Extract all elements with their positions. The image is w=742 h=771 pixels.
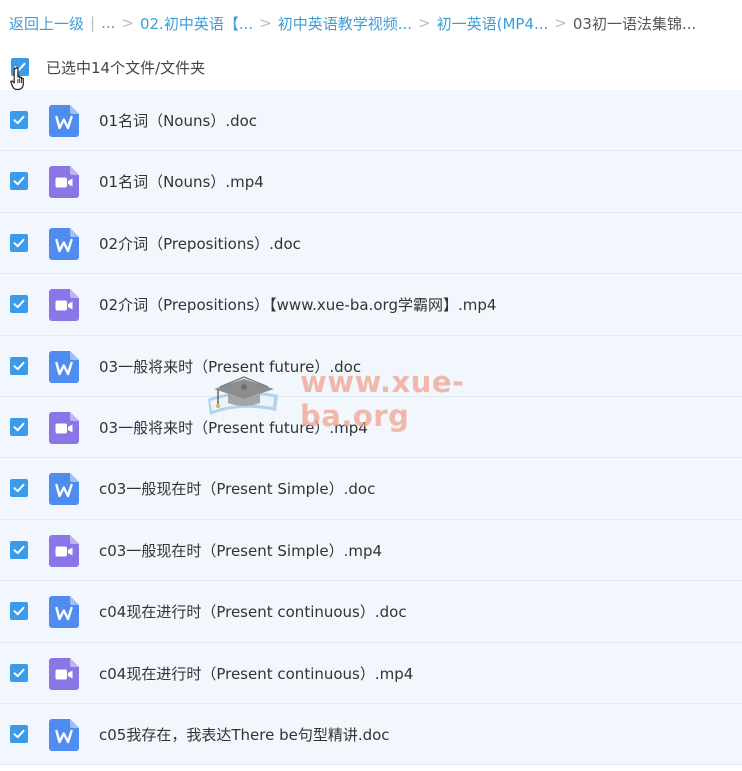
file-name[interactable]: 03一般将来时（Present future）.doc — [99, 356, 361, 377]
row-checkbox[interactable] — [10, 663, 28, 682]
file-name[interactable]: c05我存在，我表达There be句型精讲.doc — [99, 724, 390, 745]
checkmark-icon — [13, 361, 25, 370]
file-name[interactable]: c03一般现在时（Present Simple）.mp4 — [99, 540, 382, 561]
breadcrumb-item-2[interactable]: 初中英语教学视频... — [278, 13, 412, 34]
checkmark-icon — [13, 422, 25, 432]
checkmark-icon — [13, 115, 25, 125]
row-checkbox[interactable] — [10, 479, 28, 498]
row-checkbox[interactable] — [10, 356, 28, 375]
breadcrumb-ellipsis-link[interactable]: ... — [101, 14, 115, 32]
word-doc-icon — [49, 718, 79, 751]
breadcrumb-item-3[interactable]: 初一英语(MP4... — [437, 13, 549, 34]
checkmark-icon — [13, 299, 25, 309]
chevron-right-icon: > — [554, 14, 567, 32]
file-row[interactable]: 02介词（Prepositions）【www.xue-ba.org学霸网】.mp… — [0, 274, 742, 336]
breadcrumb: 返回上一级 | ... > 02.初中英语【... > 初中英语教学视频... … — [0, 0, 742, 46]
row-checkbox[interactable] — [10, 233, 28, 252]
chevron-right-icon: > — [121, 14, 134, 32]
file-name[interactable]: c04现在进行时（Present continuous）.mp4 — [99, 663, 413, 684]
file-name[interactable]: c03一般现在时（Present Simple）.doc — [99, 478, 375, 499]
breadcrumb-divider: | — [90, 14, 96, 32]
file-row[interactable]: c04现在进行时（Present continuous）.doc — [0, 581, 742, 643]
chevron-right-icon: > — [259, 14, 272, 32]
word-doc-icon — [49, 350, 79, 383]
checkmark-icon — [13, 606, 25, 616]
file-row[interactable]: 02介词（Prepositions）.doc — [0, 212, 742, 275]
file-name[interactable]: c04现在进行时（Present continuous）.doc — [99, 601, 407, 622]
file-row[interactable]: 01名词（Nouns）.mp4 — [0, 151, 742, 213]
file-row[interactable]: c04现在进行时（Present continuous）.mp4 — [0, 642, 742, 704]
file-row[interactable]: 03一般将来时（Present future）.mp4 — [0, 396, 742, 459]
row-checkbox[interactable] — [10, 724, 28, 743]
row-checkbox[interactable] — [10, 540, 28, 559]
checkmark-icon — [13, 238, 25, 247]
row-checkbox[interactable] — [10, 111, 28, 129]
checkmark-icon — [13, 729, 25, 739]
word-doc-icon — [49, 473, 79, 506]
checkmark-icon — [13, 545, 25, 554]
row-checkbox[interactable] — [10, 295, 28, 314]
row-checkbox[interactable] — [10, 417, 28, 436]
checkmark-icon — [13, 177, 25, 186]
file-row[interactable]: 01名词（Nouns）.doc — [0, 90, 742, 152]
row-checkbox[interactable] — [10, 172, 28, 191]
checkmark-icon — [13, 668, 25, 677]
video-file-icon — [49, 289, 79, 322]
file-row[interactable]: 03一般将来时（Present future）.doc — [0, 335, 742, 397]
breadcrumb-back-link[interactable]: 返回上一级 — [9, 13, 84, 34]
word-doc-icon — [49, 227, 79, 260]
breadcrumb-item-1[interactable]: 02.初中英语【... — [140, 13, 253, 34]
hand-cursor-icon — [10, 67, 24, 91]
selection-bar: 已选中14个文件/文件夹 — [0, 46, 742, 91]
file-name[interactable]: 03一般将来时（Present future）.mp4 — [99, 417, 368, 438]
file-row[interactable]: c03一般现在时（Present Simple）.mp4 — [0, 519, 742, 582]
video-file-icon — [49, 534, 79, 567]
video-file-icon — [49, 657, 79, 690]
file-row[interactable]: c03一般现在时（Present Simple）.doc — [0, 458, 742, 520]
file-list: 01名词（Nouns）.doc 01名词（Nouns）.mp4 02介词（Pre… — [0, 90, 742, 766]
file-name[interactable]: 02介词（Prepositions）.doc — [99, 233, 301, 254]
file-name[interactable]: 01名词（Nouns）.doc — [99, 110, 257, 131]
word-doc-icon — [49, 596, 79, 629]
video-file-icon — [49, 166, 79, 199]
file-name[interactable]: 01名词（Nouns）.mp4 — [99, 171, 264, 192]
selection-count-label: 已选中14个文件/文件夹 — [46, 59, 206, 77]
chevron-right-icon: > — [418, 14, 431, 32]
checkmark-icon — [13, 484, 25, 493]
video-file-icon — [49, 411, 79, 444]
breadcrumb-current: 03初一语法集锦... — [572, 14, 697, 33]
file-name[interactable]: 02介词（Prepositions）【www.xue-ba.org学霸网】.mp… — [99, 294, 496, 315]
row-checkbox[interactable] — [10, 602, 28, 621]
word-doc-icon — [49, 105, 79, 137]
file-row[interactable]: c05我存在，我表达There be句型精讲.doc — [0, 703, 742, 766]
